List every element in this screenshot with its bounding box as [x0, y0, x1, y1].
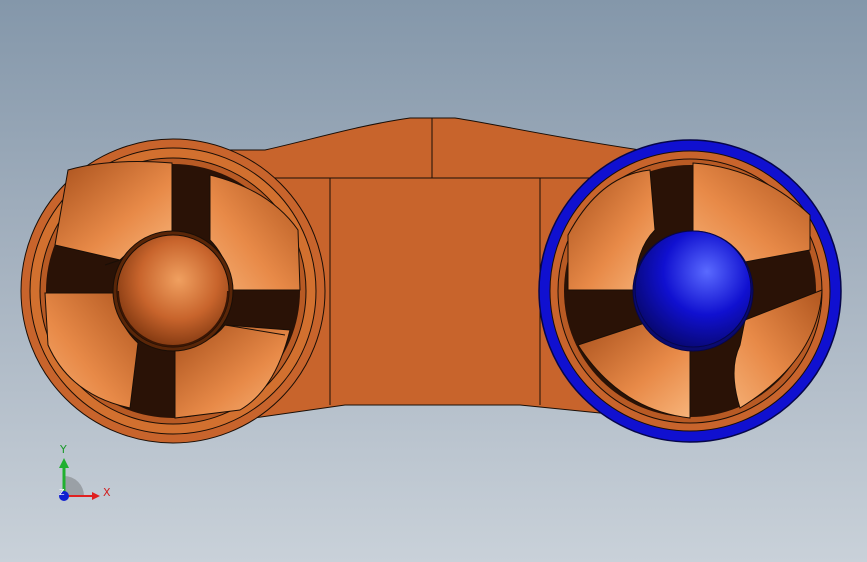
left-fan[interactable] — [20, 138, 326, 444]
model-view[interactable] — [0, 0, 867, 562]
y-axis-label: Y — [60, 443, 67, 456]
graphics-viewport[interactable]: Y X Z — [0, 0, 867, 562]
z-axis-label: Z — [59, 488, 65, 497]
right-fan[interactable] — [538, 139, 842, 443]
x-axis-label: X — [103, 486, 111, 499]
